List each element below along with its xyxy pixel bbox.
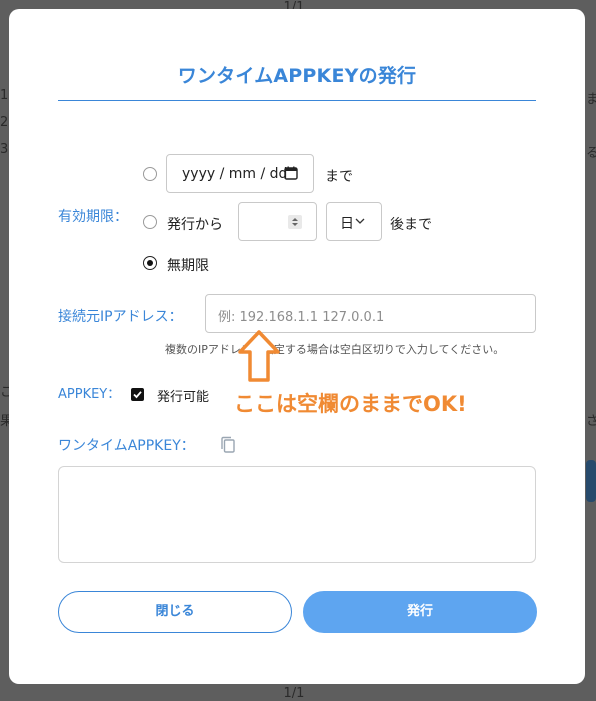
checkmark-icon <box>133 391 142 399</box>
annotation-text: ここは空欄のままでOK! <box>234 392 467 416</box>
title-divider <box>58 100 536 101</box>
from-issue-label: 発行から <box>167 217 223 233</box>
onetime-appkey-label: ワンタイムAPPKEY： <box>58 438 195 454</box>
expiry-days-radio[interactable] <box>143 215 157 229</box>
backdrop-text-fragment: さ <box>586 414 596 429</box>
unit-select-value: 日 <box>340 216 354 232</box>
expiry-date-radio[interactable] <box>143 167 157 181</box>
ip-placeholder: 例: 192.168.1.1 127.0.0.1 <box>218 310 385 325</box>
appkey-dialog: ワンタイムAPPKEYの発行 有効期限： yyyy / mm / dd まで 発… <box>9 9 585 684</box>
expiry-label: 有効期限： <box>58 209 128 225</box>
days-unit-select[interactable]: 日 <box>326 202 382 241</box>
backdrop-row-number: 2 <box>0 115 9 130</box>
backdrop-button <box>586 460 596 502</box>
ip-address-input[interactable]: 例: 192.168.1.1 127.0.0.1 <box>205 294 536 333</box>
after-suffix: 後まで <box>390 217 432 233</box>
date-input-value: yyyy / mm / dd <box>182 166 288 182</box>
up-arrow-annotation <box>238 330 280 382</box>
unlimited-label: 無期限 <box>167 258 209 274</box>
until-date-suffix: まで <box>325 169 353 185</box>
ip-hint: 複数のIPアドレスを指定する場合は空白区切りで入力してください。 <box>165 343 505 356</box>
days-stepper-input[interactable] <box>238 202 317 241</box>
appkey-label: APPKEY： <box>58 387 121 402</box>
ip-label: 接続元IPアドレス： <box>58 309 183 325</box>
pager-bottom-label: 1/1 <box>283 685 305 701</box>
appkey-issuable-checkbox[interactable] <box>131 388 144 401</box>
issue-button[interactable]: 発行 <box>303 591 537 633</box>
backdrop-text-fragment: ま <box>586 92 596 107</box>
backdrop-text-fragment: る <box>586 146 596 161</box>
copy-icon[interactable] <box>220 436 236 454</box>
close-button[interactable]: 閉じる <box>58 591 292 633</box>
appkey-checkbox-label: 発行可能 <box>157 390 210 405</box>
dialog-title: ワンタイムAPPKEYの発行 <box>177 65 417 87</box>
expiry-date-input[interactable]: yyyy / mm / dd <box>166 154 314 193</box>
calendar-icon[interactable] <box>284 166 298 180</box>
spinner-arrows-icon[interactable] <box>288 215 302 229</box>
pager-bottom: 1/1 <box>204 685 384 701</box>
backdrop-row-number: 1 <box>0 88 9 103</box>
chevron-down-icon <box>355 218 365 224</box>
expiry-unlimited-radio[interactable] <box>143 256 157 270</box>
onetime-appkey-output[interactable] <box>58 466 536 563</box>
backdrop-row-number: 3 <box>0 142 9 157</box>
